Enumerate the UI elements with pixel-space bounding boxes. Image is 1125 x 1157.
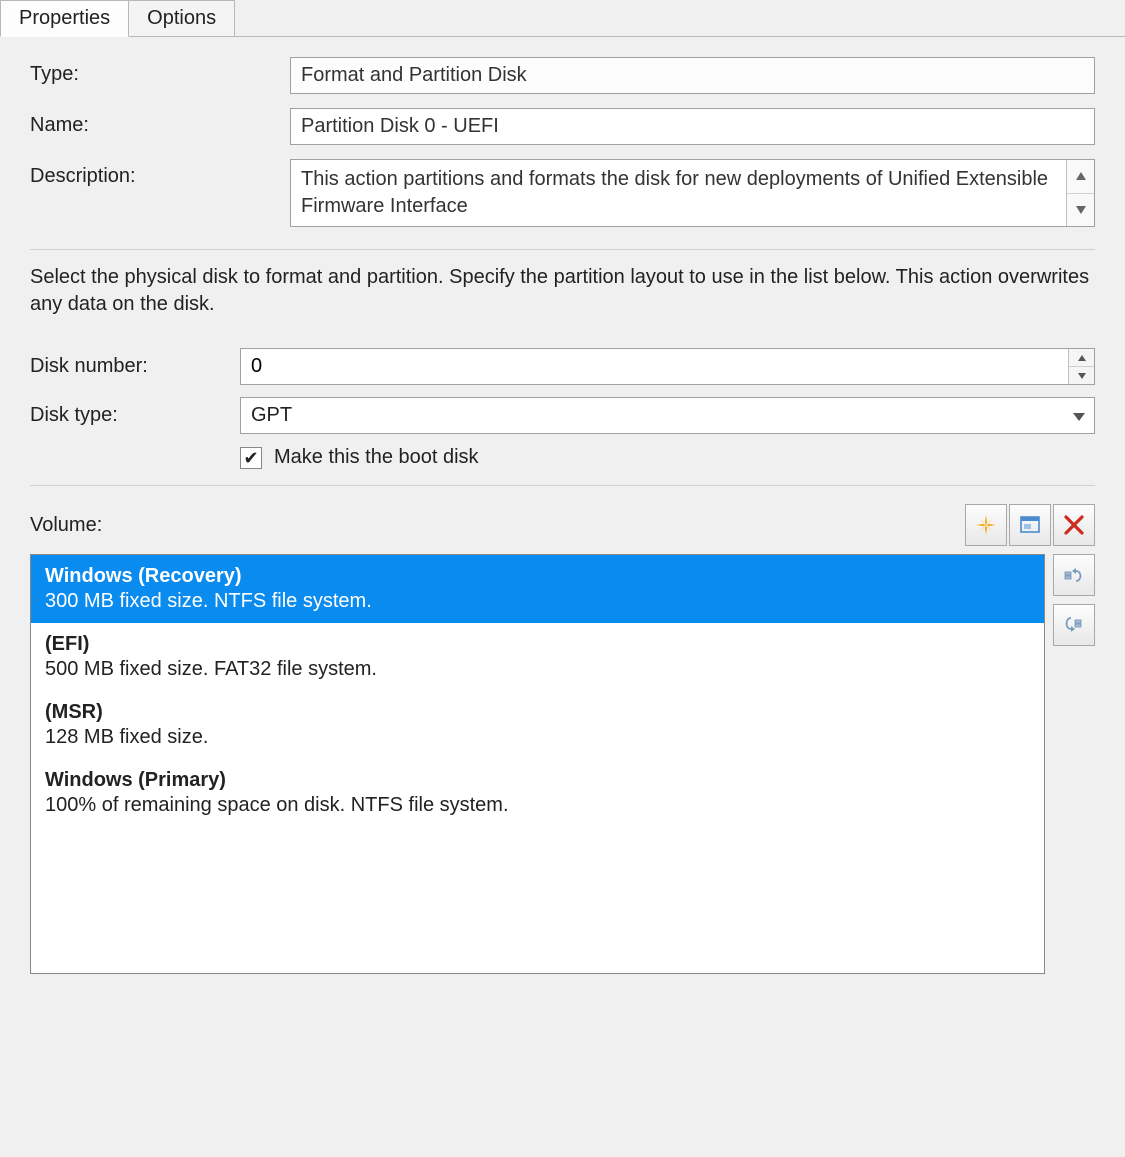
volume-item-subtitle: 100% of remaining space on disk. NTFS fi… [45, 794, 1030, 817]
properties-button[interactable] [1009, 504, 1051, 546]
properties-panel: Properties Options Type: Format and Part… [0, 0, 1125, 1004]
volume-item[interactable]: (MSR)128 MB fixed size. [31, 691, 1044, 759]
volume-header: Volume: [30, 504, 1095, 546]
row-disk-number: Disk number: [30, 348, 1095, 385]
volume-area: Windows (Recovery)300 MB fixed size. NTF… [30, 554, 1095, 974]
description-scrollbar [1066, 160, 1094, 226]
move-up-button[interactable] [1053, 554, 1095, 596]
name-label: Name: [30, 108, 290, 137]
type-value: Format and Partition Disk [290, 57, 1095, 94]
description-label: Description: [30, 159, 290, 188]
spinner-up-icon[interactable] [1069, 349, 1094, 367]
boot-disk-label: Make this the boot disk [274, 446, 479, 469]
boot-disk-checkbox[interactable]: ✔ [240, 447, 262, 469]
scroll-down-icon[interactable] [1067, 194, 1094, 227]
volume-item-title: Windows (Primary) [45, 769, 1030, 792]
star-icon [974, 513, 998, 537]
scroll-up-icon[interactable] [1067, 160, 1094, 194]
new-volume-button[interactable] [965, 504, 1007, 546]
disk-number-label: Disk number: [30, 355, 240, 378]
row-description: Description: This action partitions and … [30, 159, 1095, 227]
volume-item-subtitle: 300 MB fixed size. NTFS file system. [45, 590, 1030, 613]
disk-number-spinner[interactable] [240, 348, 1095, 385]
volume-item[interactable]: Windows (Recovery)300 MB fixed size. NTF… [31, 555, 1044, 623]
move-up-icon [1062, 563, 1086, 587]
move-down-button[interactable] [1053, 604, 1095, 646]
panel-body: Type: Format and Partition Disk Name: De… [0, 36, 1125, 1004]
name-input[interactable] [290, 108, 1095, 145]
delete-icon [1063, 514, 1085, 536]
disk-number-input[interactable] [241, 349, 1068, 384]
volume-item-subtitle: 500 MB fixed size. FAT32 file system. [45, 658, 1030, 681]
volume-item-title: Windows (Recovery) [45, 565, 1030, 588]
volume-item-title: (MSR) [45, 701, 1030, 724]
row-type: Type: Format and Partition Disk [30, 57, 1095, 94]
volume-item[interactable]: (EFI)500 MB fixed size. FAT32 file syste… [31, 623, 1044, 691]
row-disk-type: Disk type: GPT [30, 397, 1095, 434]
disk-type-value: GPT [241, 398, 1064, 433]
separator [30, 485, 1095, 486]
row-boot-disk: ✔ Make this the boot disk [240, 446, 1095, 469]
volume-toolbar [965, 504, 1095, 546]
volume-list[interactable]: Windows (Recovery)300 MB fixed size. NTF… [30, 554, 1045, 974]
chevron-down-icon[interactable] [1064, 408, 1094, 424]
volume-label: Volume: [30, 514, 102, 537]
volume-item-title: (EFI) [45, 633, 1030, 656]
spinner-down-icon[interactable] [1069, 367, 1094, 384]
volume-item-subtitle: 128 MB fixed size. [45, 726, 1030, 749]
description-textarea[interactable]: This action partitions and formats the d… [290, 159, 1095, 227]
description-value[interactable]: This action partitions and formats the d… [291, 160, 1066, 226]
window-icon [1018, 513, 1042, 537]
delete-button[interactable] [1053, 504, 1095, 546]
volume-item[interactable]: Windows (Primary)100% of remaining space… [31, 759, 1044, 827]
disk-type-select[interactable]: GPT [240, 397, 1095, 434]
row-name: Name: [30, 108, 1095, 145]
tab-bar: Properties Options [0, 0, 1125, 37]
disk-type-label: Disk type: [30, 404, 240, 427]
type-label: Type: [30, 57, 290, 86]
volume-side-toolbar [1053, 554, 1095, 974]
tab-properties[interactable]: Properties [0, 0, 129, 37]
instruction-text: Select the physical disk to format and p… [30, 249, 1095, 318]
tab-options[interactable]: Options [128, 0, 235, 37]
move-down-icon [1062, 613, 1086, 637]
